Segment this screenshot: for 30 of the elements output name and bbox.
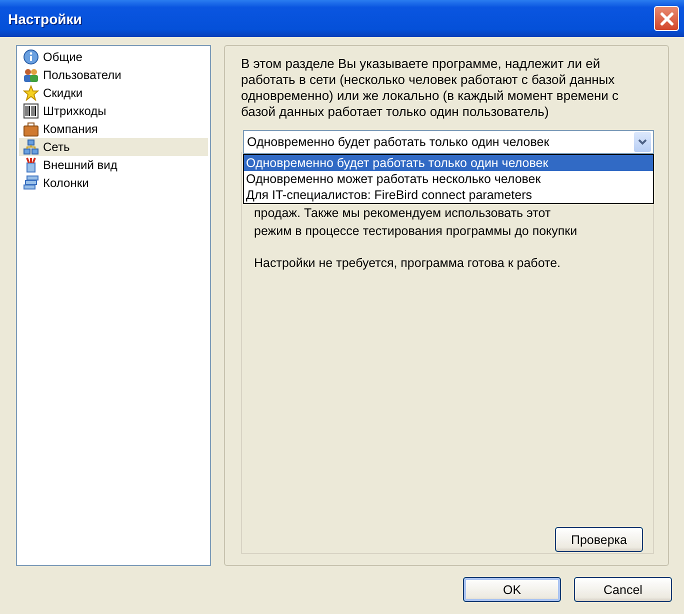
briefcase-icon <box>23 121 39 137</box>
sidebar-item[interactable]: Пользователи <box>19 66 208 84</box>
description-text: В этом разделе Вы указываете программе, надлежит ли ей работать в сети (несколько человек работают с базой данных одновременно) или же локально (в каждый момент времени с базой данных работает только один пользователь) <box>241 56 620 120</box>
sidebar-item[interactable]: Штрихкоды <box>19 102 208 120</box>
columns-icon <box>23 175 39 191</box>
sidebar-item[interactable]: Внешний вид <box>19 156 208 174</box>
dropdown-option[interactable]: Для IT-специалистов: FireBird connect parameters <box>244 187 653 203</box>
network-icon <box>23 139 39 155</box>
check-button[interactable]: Проверка <box>555 527 643 552</box>
barcode-icon <box>23 103 39 119</box>
dropdown-option[interactable]: Одновременно будет работать только один человек <box>244 155 653 171</box>
cancel-button[interactable]: Cancel <box>574 577 672 602</box>
window-title: Настройки <box>8 10 82 26</box>
dropdown-option[interactable]: Одновременно может работать несколько человек <box>244 171 653 187</box>
ok-button[interactable]: OK <box>463 577 561 602</box>
star-icon <box>23 85 39 101</box>
sidebar-item[interactable]: Компания <box>19 120 208 138</box>
sidebar-item[interactable]: Общие <box>19 48 208 66</box>
users-icon <box>23 67 39 83</box>
info-icon <box>23 49 39 65</box>
close-icon <box>660 12 674 26</box>
status-text: Настройки не требуется, программа готова к работе. <box>254 255 562 272</box>
sidebar-item[interactable]: Скидки <box>19 84 208 102</box>
sidebar-item[interactable]: Колонки <box>19 174 208 192</box>
info-text: продаж. Также мы рекомендуем использовать этот <box>254 205 552 222</box>
sidebar-item[interactable]: Сеть <box>19 138 208 156</box>
brushes-icon <box>23 157 39 173</box>
info-text: режим в процессе тестирования программы до покупки <box>254 223 578 240</box>
close-button[interactable] <box>654 6 679 31</box>
mode-dropdown[interactable]: Одновременно будет работать только один человек <box>243 130 654 154</box>
